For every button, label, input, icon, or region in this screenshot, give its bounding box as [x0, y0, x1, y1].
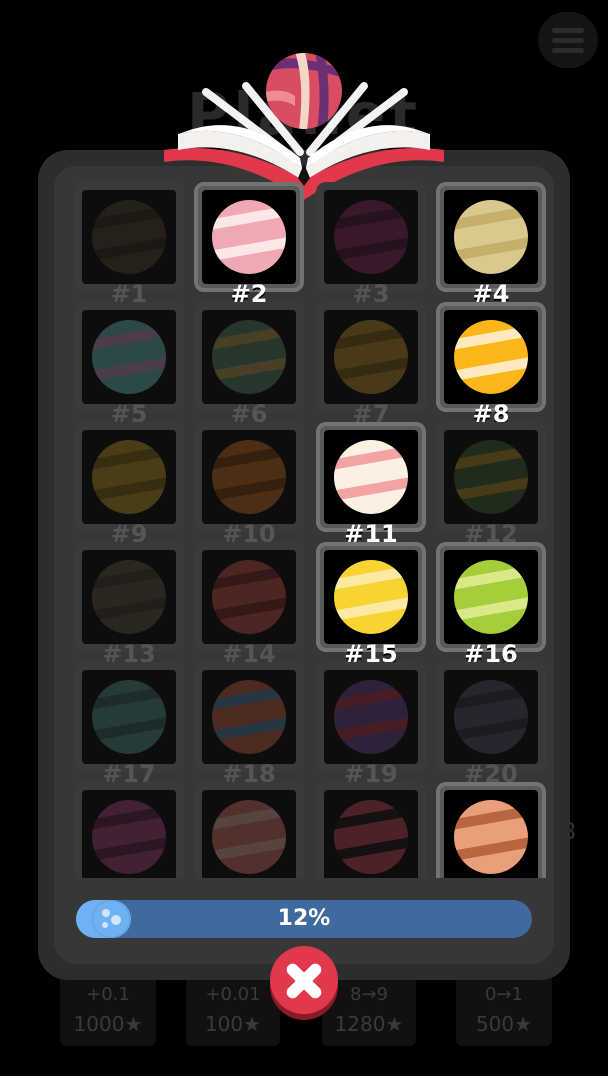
- planet-icon: [212, 800, 286, 874]
- planet-slot[interactable]: #7: [316, 302, 426, 428]
- progress-percent: 12%: [277, 906, 331, 931]
- planet-icon: [334, 680, 408, 754]
- planet-slot[interactable]: #2: [194, 182, 304, 308]
- planet-icon: [266, 53, 342, 129]
- planet-icon: [334, 440, 408, 514]
- planet-slot[interactable]: #23: [316, 782, 426, 878]
- planet-slot[interactable]: #17: [74, 662, 184, 788]
- planet-icon: [212, 320, 286, 394]
- shop-item-price: 1000★: [73, 1012, 143, 1036]
- planet-icon: [334, 800, 408, 874]
- planet-icon: [454, 800, 528, 874]
- planet-slot[interactable]: #12: [436, 422, 546, 548]
- planet-slot[interactable]: #15: [316, 542, 426, 668]
- menu-line: [552, 28, 584, 33]
- shop-item-price: 100★: [204, 1012, 262, 1036]
- planet-icon: [92, 560, 166, 634]
- shop-item-value: +0.01: [205, 984, 261, 1005]
- planet-slot[interactable]: #8: [436, 302, 546, 428]
- menu-button[interactable]: [538, 12, 598, 68]
- planet-slot[interactable]: #18: [194, 662, 304, 788]
- planet-slot[interactable]: #13: [74, 542, 184, 668]
- planet-slot[interactable]: #10: [194, 422, 304, 548]
- collection-progress-bar: 12%: [76, 900, 532, 938]
- planet-slot[interactable]: #6: [194, 302, 304, 428]
- planet-slot[interactable]: #1: [74, 182, 184, 308]
- planet-icon: [92, 320, 166, 394]
- planet-slot[interactable]: #24: [436, 782, 546, 878]
- planet-icon: [212, 200, 286, 274]
- planet-icon: [212, 680, 286, 754]
- planet-slot[interactable]: #16: [436, 542, 546, 668]
- menu-line: [552, 48, 584, 53]
- planet-slot[interactable]: #14: [194, 542, 304, 668]
- planet-slot[interactable]: #11: [316, 422, 426, 548]
- shop-item-price: 1280★: [334, 1012, 404, 1036]
- planet-grid: #1 #2 #3 #4 #5 #6 #7 #8 #9 #10 #11 #12 #13 #14 #15 #16 #…: [54, 172, 554, 878]
- planet-slot[interactable]: #4: [436, 182, 546, 308]
- planet-slot[interactable]: #3: [316, 182, 426, 308]
- planet-slot[interactable]: #20: [436, 662, 546, 788]
- planet-icon: [212, 560, 286, 634]
- shop-item-value: 0→1: [485, 984, 523, 1005]
- planet-icon: [454, 320, 528, 394]
- menu-line: [552, 38, 584, 43]
- shop-item-price: 500★: [475, 1012, 533, 1036]
- planet-icon: [92, 680, 166, 754]
- planet-icon: [92, 440, 166, 514]
- shop-item-value: +0.1: [86, 984, 130, 1005]
- planet-icon: [92, 800, 166, 874]
- planet-icon: [334, 320, 408, 394]
- planet-icon: [334, 200, 408, 274]
- planet-slot[interactable]: #9: [74, 422, 184, 548]
- planet-icon: [454, 440, 528, 514]
- planet-icon: [454, 560, 528, 634]
- planet-slot[interactable]: #21: [74, 782, 184, 878]
- planet-icon: [334, 560, 408, 634]
- planet-slot[interactable]: #22: [194, 782, 304, 878]
- planet-slot[interactable]: #5: [74, 302, 184, 428]
- planet-slot[interactable]: #19: [316, 662, 426, 788]
- planet-icon: [92, 200, 166, 274]
- planet-icon: [454, 200, 528, 274]
- close-button[interactable]: [270, 946, 338, 1014]
- planet-icon: [454, 680, 528, 754]
- planet-icon: [212, 440, 286, 514]
